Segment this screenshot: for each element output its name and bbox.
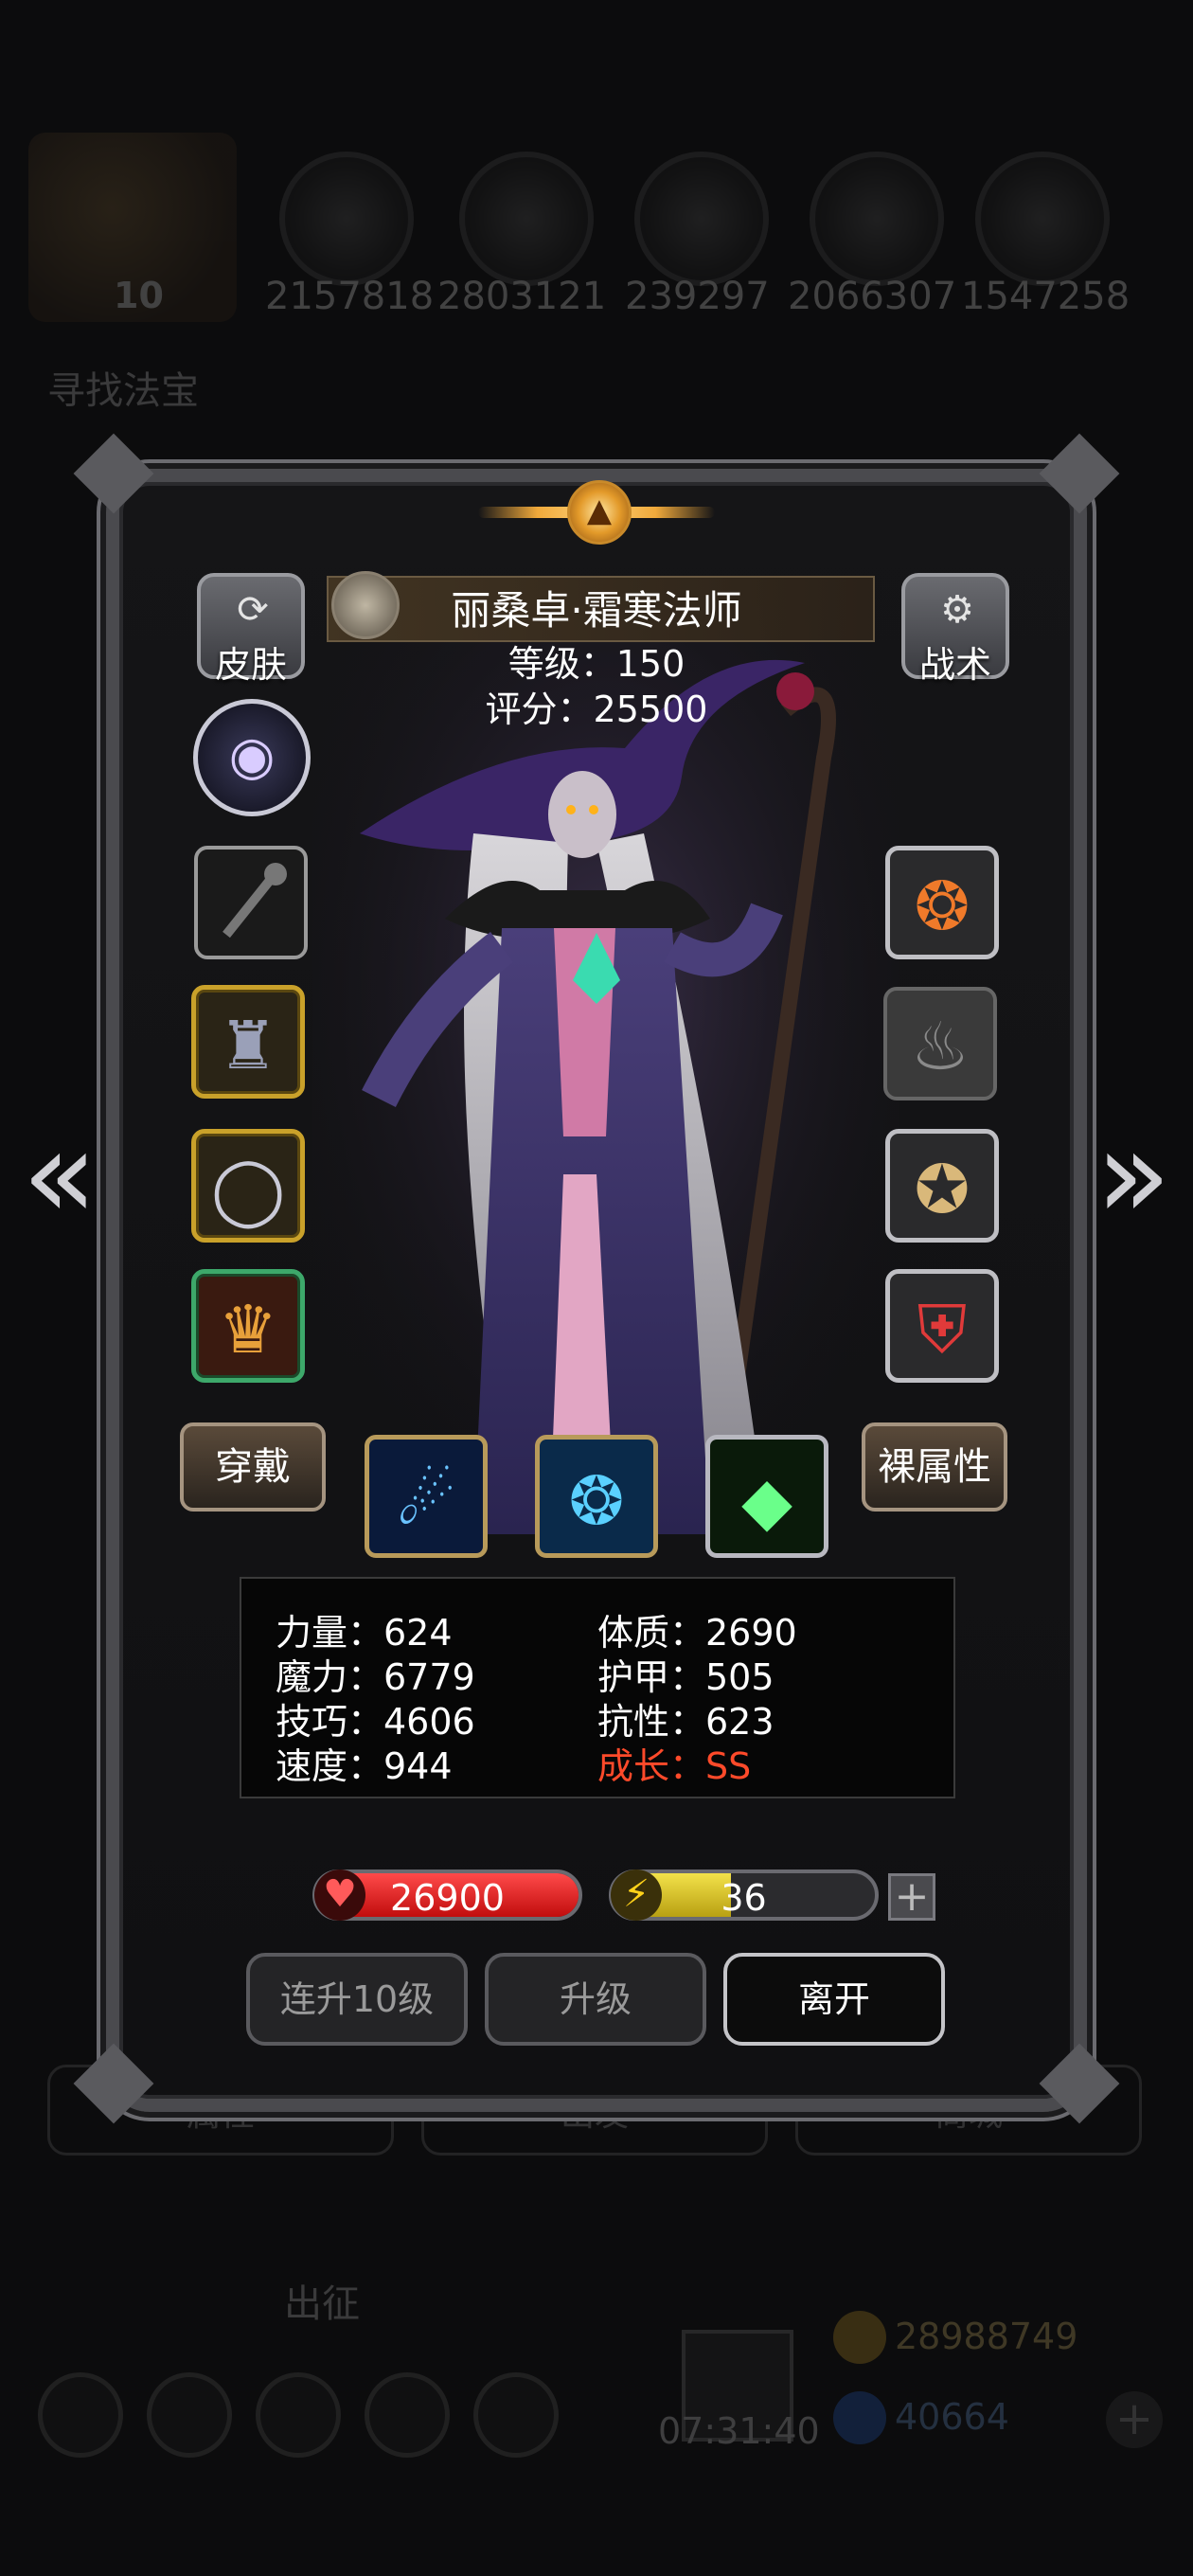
resource-value: 2803121 bbox=[437, 275, 607, 318]
chest-timer: 07:31:40 bbox=[658, 2410, 820, 2452]
skin-label: 皮肤 bbox=[214, 644, 287, 686]
hero-name: 丽桑卓·霜寒法师 bbox=[451, 587, 742, 634]
fire-slot[interactable]: ♨ bbox=[883, 987, 997, 1100]
eye-icon[interactable]: ◉ bbox=[193, 699, 311, 816]
armor-slot[interactable]: ♜ bbox=[191, 985, 305, 1099]
stat-speed: 速度：944 bbox=[276, 1745, 453, 1787]
resource-value: 2157818 bbox=[265, 275, 435, 318]
tactics-button[interactable]: ⚙ 战术 bbox=[901, 573, 1009, 686]
flame-icon: ♨ bbox=[910, 1008, 970, 1085]
menu-icon bbox=[473, 2372, 559, 2458]
panel-emblem: ▲ bbox=[478, 469, 715, 554]
menu-icon bbox=[365, 2372, 450, 2458]
skill-slot-3[interactable]: ◆ bbox=[705, 1435, 828, 1558]
stat-growth: 成长：SS bbox=[597, 1745, 752, 1787]
skill-slot-2[interactable]: ❂ bbox=[535, 1435, 658, 1558]
hero-level: 等级：150 bbox=[507, 643, 686, 685]
menu-icon bbox=[256, 2372, 341, 2458]
resource-value: 1547258 bbox=[961, 275, 1131, 318]
wear-button[interactable]: 穿戴 bbox=[180, 1422, 326, 1512]
hero-portrait bbox=[312, 606, 899, 1572]
gem-value: 40664 bbox=[895, 2396, 1009, 2438]
leave-button[interactable]: 离开 bbox=[723, 1953, 945, 2046]
compass-slot[interactable]: ✪ bbox=[885, 1129, 999, 1243]
lightning-icon: ⚡ bbox=[611, 1869, 662, 1921]
compass-icon: ✪ bbox=[914, 1151, 970, 1228]
ring-slot[interactable]: ◯ bbox=[191, 1129, 305, 1243]
ring-icon: ◯ bbox=[210, 1151, 286, 1228]
staff-icon bbox=[223, 863, 287, 939]
player-level: 10 bbox=[114, 275, 164, 316]
stats-panel: 力量：624 体质：2690 魔力：6779 护甲：505 技巧：4606 抗性… bbox=[240, 1577, 955, 1798]
gold-coin-icon bbox=[833, 2311, 886, 2364]
quest-text: 寻找法宝 bbox=[47, 369, 199, 413]
next-hero-arrow[interactable]: » bbox=[1091, 1113, 1176, 1236]
gold-value: 28988749 bbox=[895, 2316, 1078, 2357]
heart-icon: ♥ bbox=[314, 1869, 365, 1921]
necklace-slot[interactable]: ❂ bbox=[885, 846, 999, 959]
crystal-icon: ◆ bbox=[741, 1462, 792, 1540]
add-energy-button[interactable]: + bbox=[888, 1873, 935, 1921]
flame-ring-icon: ❂ bbox=[914, 868, 970, 945]
menu-icon bbox=[147, 2372, 232, 2458]
prev-hero-arrow[interactable]: « bbox=[17, 1113, 102, 1236]
march-label: 出征 bbox=[284, 2282, 360, 2326]
comet-icon: ☄ bbox=[396, 1462, 456, 1540]
level-up-10-button[interactable]: 连升10级 bbox=[246, 1953, 468, 2046]
gem-icon bbox=[833, 2391, 886, 2444]
emblem-slot[interactable]: ⛨ bbox=[885, 1269, 999, 1383]
naked-attributes-button[interactable]: 裸属性 bbox=[862, 1422, 1007, 1512]
player-avatar[interactable]: 10 bbox=[28, 133, 237, 322]
vortex-icon: ❂ bbox=[568, 1462, 625, 1540]
emblem-icon: ⛨ bbox=[917, 1291, 968, 1368]
robe-icon: ♜ bbox=[218, 1007, 278, 1084]
refresh-icon: ⟳ bbox=[237, 588, 269, 632]
tactics-label: 战术 bbox=[918, 644, 991, 686]
resource-icon bbox=[279, 152, 414, 286]
skin-button[interactable]: ⟳ 皮肤 bbox=[197, 573, 305, 686]
level-up-button[interactable]: 升级 bbox=[485, 1953, 706, 2046]
skill-slot-1[interactable]: ☄ bbox=[365, 1435, 488, 1558]
triangle-emblem-icon: ▲ bbox=[567, 480, 632, 545]
hero-score: 评分：25500 bbox=[485, 689, 708, 730]
add-gems-button: + bbox=[1106, 2391, 1163, 2448]
crown-icon: ♛ bbox=[218, 1291, 278, 1368]
rank-badge-icon bbox=[331, 571, 400, 639]
resource-icon bbox=[634, 152, 769, 286]
resource-icon bbox=[459, 152, 594, 286]
crown-slot[interactable]: ♛ bbox=[191, 1269, 305, 1383]
resource-value: 239297 bbox=[625, 275, 770, 318]
menu-icon bbox=[38, 2372, 123, 2458]
resource-value: 2066307 bbox=[788, 275, 957, 318]
resource-icon bbox=[975, 152, 1110, 286]
weapon-slot[interactable] bbox=[194, 846, 308, 959]
gear-icon: ⚙ bbox=[940, 588, 974, 632]
resource-icon bbox=[810, 152, 944, 286]
